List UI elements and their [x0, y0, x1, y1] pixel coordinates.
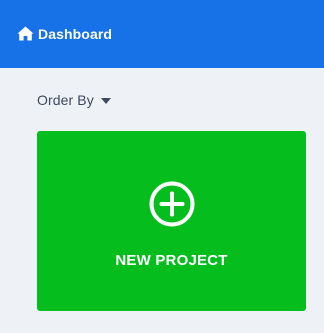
- new-project-label: NEW PROJECT: [115, 252, 228, 269]
- dashboard-link[interactable]: Dashboard: [17, 26, 112, 42]
- top-navbar: Dashboard: [0, 0, 324, 68]
- home-icon: [17, 26, 34, 41]
- order-by-label: Order By: [37, 92, 94, 108]
- caret-down-icon: [100, 97, 111, 104]
- new-project-card[interactable]: NEW PROJECT: [37, 131, 306, 311]
- order-by-dropdown[interactable]: Order By: [37, 92, 111, 108]
- plus-circle-icon: [149, 181, 195, 227]
- dashboard-label: Dashboard: [38, 25, 113, 42]
